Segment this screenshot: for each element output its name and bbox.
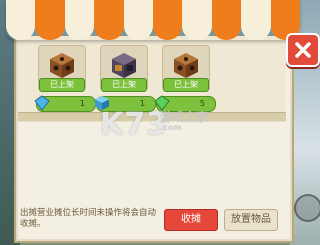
blue-gem-icon <box>34 95 50 111</box>
close-icon <box>295 42 311 58</box>
crate-block-icon <box>174 53 198 78</box>
close-stall-button[interactable]: 收摊 <box>164 209 218 231</box>
place-item-button[interactable]: 放置物品 <box>224 209 278 231</box>
watermark-logo: K73 <box>100 107 168 142</box>
listed-badge: 已上架 <box>39 78 85 92</box>
awning-stripe <box>6 0 36 40</box>
awning-stripe <box>182 0 212 40</box>
awning-stripe <box>123 0 154 40</box>
listed-badge: 已上架 <box>163 78 209 92</box>
stall-awning <box>6 0 300 40</box>
awning-stripe <box>211 0 242 40</box>
awning-stripe <box>35 0 65 40</box>
watermark: K73 游戏之家 .com <box>100 105 260 145</box>
auto-close-notice: 出摊营业摊位长时间未操作将会自动收摊。 <box>20 208 157 229</box>
awning-stripe <box>241 0 271 40</box>
price-value: 1 <box>79 99 85 108</box>
close-button[interactable] <box>286 33 320 67</box>
awning-stripe <box>153 0 183 40</box>
joystick-button[interactable] <box>294 194 320 222</box>
price-bar: 1 <box>34 95 96 112</box>
listed-badge: 已上架 <box>101 78 147 92</box>
awning-stripe <box>94 0 124 40</box>
watermark-url: .com <box>160 123 182 132</box>
crate-block-icon <box>50 53 74 78</box>
furnace-block-icon <box>112 53 136 78</box>
awning-stripe <box>64 0 95 40</box>
